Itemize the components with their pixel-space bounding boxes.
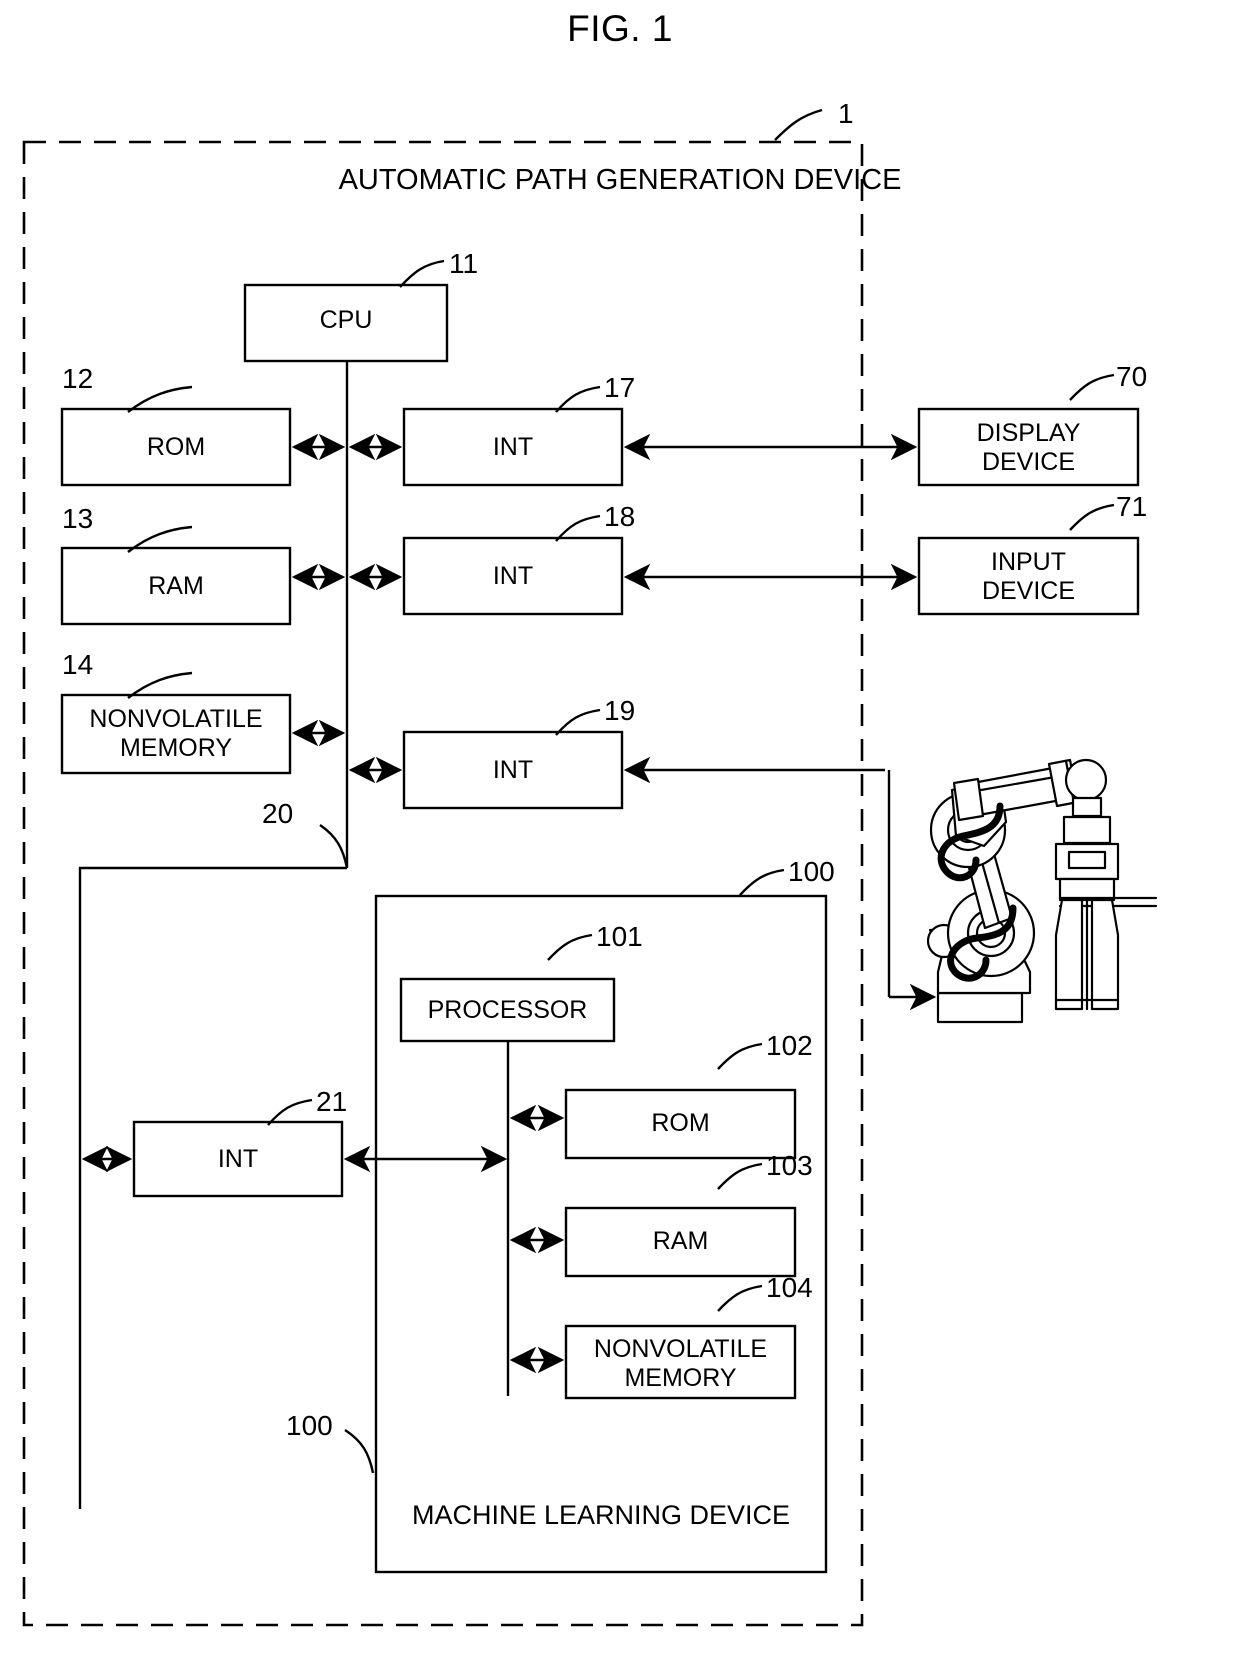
ref-18: 18: [604, 501, 636, 532]
leader-70: [1069, 373, 1115, 401]
nonvolatile-memory-block: [60, 693, 292, 775]
ref-104: 104: [766, 1272, 813, 1303]
leader-1: [774, 108, 823, 141]
robot-base-plinth: [936, 991, 1024, 1024]
cpu-block: [243, 283, 449, 363]
ref-21: 21: [316, 1086, 348, 1117]
rom-block: [60, 407, 292, 487]
diagram-canvas: [22, 108, 1158, 1627]
leader-100t: [739, 868, 785, 896]
int21-block: [132, 1120, 344, 1198]
ml-nonvolatile-memory-block: [564, 1324, 797, 1400]
ml-rom-block: [564, 1088, 797, 1160]
ref-11: 11: [449, 248, 479, 279]
ref-100-bottom: 100: [286, 1410, 333, 1441]
ref-19: 19: [604, 695, 636, 726]
leader-11: [399, 259, 445, 288]
leader-104: [717, 1284, 763, 1312]
leader-103: [717, 1162, 763, 1190]
ram-block: [60, 546, 292, 626]
int18-block: [402, 536, 624, 616]
int19-block: [402, 730, 624, 810]
ref-100-top: 100: [788, 856, 835, 887]
ref-14: 14: [62, 649, 94, 680]
ml-ram-block: [564, 1206, 797, 1278]
robot-gripper-body: [1058, 877, 1116, 902]
robot-illustration: [926, 758, 1158, 1024]
ref-17: 17: [604, 372, 636, 403]
ref-103: 103: [766, 1150, 813, 1181]
outer-device-title: AUTOMATIC PATH GENERATION DEVICE: [338, 164, 902, 196]
robot-wrist-ball: [1064, 758, 1108, 802]
leader-20: [319, 824, 349, 869]
robot-wrist-neck: [1071, 796, 1103, 818]
machine-learning-device-boundary: [374, 894, 828, 1574]
ref-13: 13: [62, 503, 94, 534]
int17-block: [402, 407, 624, 487]
display-device-block: [917, 407, 1140, 487]
ref-70: 70: [1116, 361, 1148, 392]
outer-device-boundary: [22, 140, 864, 1627]
ref-101: 101: [596, 921, 643, 952]
robot-gripper-finger-right: [1090, 898, 1120, 1011]
ref-71: 71: [1116, 491, 1148, 522]
robot-gripper-finger-left: [1054, 898, 1084, 1011]
robot-tool-window: [1067, 850, 1107, 870]
robot-tool-adapter: [1062, 815, 1112, 845]
leader-100b: [344, 1428, 375, 1474]
ref-12: 12: [62, 363, 94, 394]
robot-boom-collar-left: [952, 777, 985, 822]
leader-71: [1069, 503, 1115, 531]
input-device-block: [917, 536, 1140, 616]
leader-101: [547, 933, 593, 961]
ref-102: 102: [766, 1030, 813, 1061]
ref-1: 1: [838, 98, 854, 129]
leader-102: [717, 1042, 763, 1070]
ref-20: 20: [262, 798, 294, 829]
machine-learning-device-title: MACHINE LEARNING DEVICE: [411, 1500, 791, 1530]
processor-block: [399, 977, 616, 1043]
